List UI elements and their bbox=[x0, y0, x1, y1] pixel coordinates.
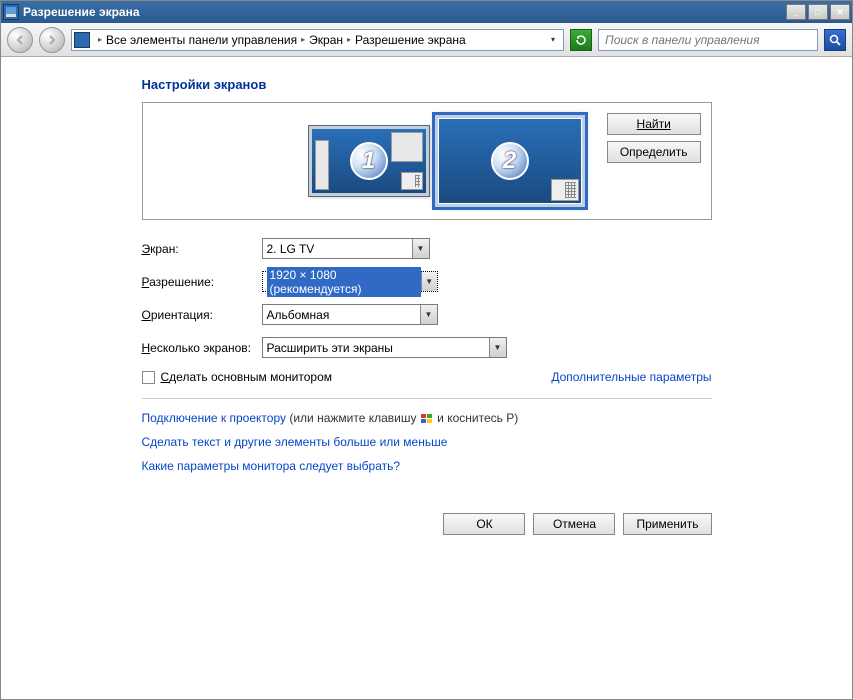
search-box[interactable] bbox=[598, 29, 818, 51]
find-button[interactable]: Найти bbox=[607, 113, 701, 135]
display-preview: 1 2 Найти Определить bbox=[142, 102, 712, 220]
identify-button[interactable]: Определить bbox=[607, 141, 701, 163]
monitor-2-number: 2 bbox=[491, 142, 529, 180]
dropdown-arrow-icon: ▼ bbox=[421, 272, 437, 291]
dropdown-arrow-icon: ▼ bbox=[412, 239, 429, 258]
breadcrumb-bar[interactable]: ▸ Все элементы панели управления ▸ Экран… bbox=[71, 29, 564, 51]
monitor-1-number: 1 bbox=[350, 142, 388, 180]
dropdown-arrow-icon: ▼ bbox=[420, 305, 437, 324]
address-dropdown-icon[interactable]: ▾ bbox=[545, 35, 561, 44]
crumb-3[interactable]: Разрешение экрана bbox=[355, 33, 466, 47]
dropdown-arrow-icon: ▼ bbox=[489, 338, 506, 357]
search-go-button[interactable] bbox=[824, 29, 846, 51]
content-area: Настройки экранов 1 2 Найти Определить bbox=[1, 57, 852, 555]
navigation-bar: ▸ Все элементы панели управления ▸ Экран… bbox=[1, 23, 852, 57]
resolution-select[interactable]: 1920 × 1080 (рекомендуется) ▼ bbox=[262, 271, 438, 292]
primary-monitor-label: Сделать основным монитором bbox=[161, 370, 333, 384]
back-button[interactable] bbox=[7, 27, 33, 53]
minimize-button[interactable]: _ bbox=[786, 4, 806, 20]
location-icon bbox=[74, 32, 90, 48]
close-button[interactable]: ✕ bbox=[830, 4, 850, 20]
window-titlebar: Разрешение экрана _ □ ✕ bbox=[1, 1, 852, 23]
crumb-2[interactable]: Экран bbox=[309, 33, 343, 47]
monitor-1[interactable]: 1 bbox=[309, 126, 429, 196]
screen-select[interactable]: 2. LG TV ▼ bbox=[262, 238, 430, 259]
apply-button[interactable]: Применить bbox=[623, 513, 711, 535]
cancel-button[interactable]: Отмена bbox=[533, 513, 615, 535]
crumb-sep-icon: ▸ bbox=[347, 35, 351, 44]
primary-monitor-checkbox[interactable] bbox=[142, 371, 155, 384]
multiple-displays-select[interactable]: Расширить эти экраны ▼ bbox=[262, 337, 507, 358]
windows-key-icon bbox=[420, 413, 434, 425]
text-size-link[interactable]: Сделать текст и другие элементы больше и… bbox=[142, 435, 448, 449]
forward-button[interactable] bbox=[39, 27, 65, 53]
divider bbox=[142, 398, 712, 399]
advanced-settings-link[interactable]: Дополнительные параметры bbox=[551, 370, 711, 384]
crumb-1[interactable]: Все элементы панели управления bbox=[106, 33, 297, 47]
search-input[interactable] bbox=[603, 32, 813, 48]
orientation-label: Ориентация: bbox=[142, 308, 262, 322]
app-icon bbox=[3, 4, 19, 20]
monitor-2[interactable]: 2 bbox=[435, 115, 585, 207]
calendar-thumb-icon bbox=[551, 179, 579, 201]
crumb-sep-icon: ▸ bbox=[301, 35, 305, 44]
multiple-displays-label: Несколько экранов: bbox=[142, 341, 262, 355]
crumb-sep-icon: ▸ bbox=[98, 35, 102, 44]
window-title: Разрешение экрана bbox=[23, 5, 786, 19]
refresh-button[interactable] bbox=[570, 29, 592, 51]
ok-button[interactable]: ОК bbox=[443, 513, 525, 535]
which-monitor-link[interactable]: Какие параметры монитора следует выбрать… bbox=[142, 459, 401, 473]
calendar-thumb-icon bbox=[401, 172, 423, 190]
maximize-button[interactable]: □ bbox=[808, 4, 828, 20]
screen-label: Экран: bbox=[142, 242, 262, 256]
page-heading: Настройки экранов bbox=[142, 77, 712, 92]
resolution-label: Разрешение: bbox=[142, 275, 262, 289]
orientation-select[interactable]: Альбомная ▼ bbox=[262, 304, 438, 325]
projector-link[interactable]: Подключение к проектору bbox=[142, 411, 287, 425]
